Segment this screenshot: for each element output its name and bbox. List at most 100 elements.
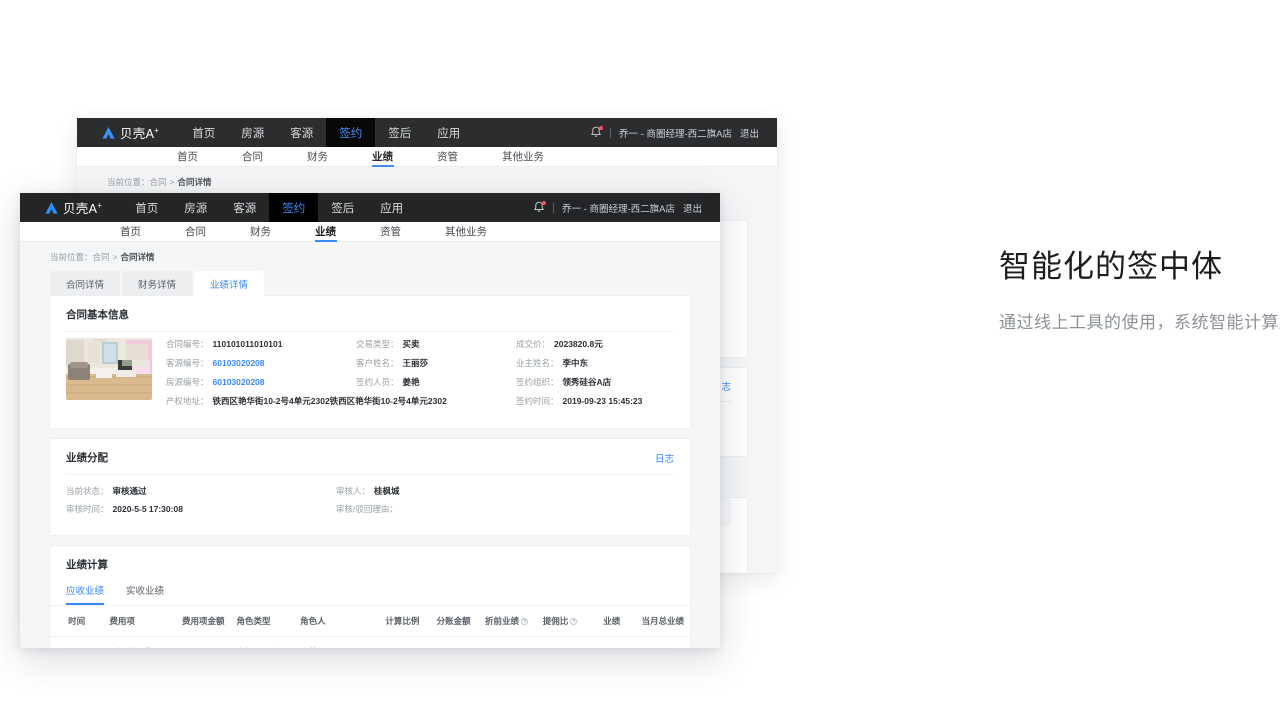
bg-topnav-item-1[interactable]: 房源 bbox=[228, 118, 277, 147]
field-current-status-label: 当前状态： bbox=[66, 486, 109, 496]
field-customer-name-label: 客户姓名： bbox=[356, 358, 399, 368]
performance-alloc-header: 业绩分配 日志 bbox=[50, 439, 690, 474]
field-customer-no: 客源编号： 60103020208 bbox=[166, 357, 356, 369]
field-customer-no-label: 客源编号： bbox=[166, 358, 209, 368]
info-help-icon[interactable]: ? bbox=[521, 618, 529, 625]
logout-button[interactable]: 退出 bbox=[683, 201, 702, 215]
topnav-item-apps[interactable]: 应用 bbox=[367, 193, 416, 222]
subnav-item-home[interactable]: 首页 bbox=[98, 222, 163, 242]
field-signer-label: 签约人员： bbox=[356, 377, 399, 387]
bg-notification-dot bbox=[599, 126, 604, 130]
topnav-item-listings[interactable]: 房源 bbox=[171, 193, 220, 222]
bg-topnav-item-4[interactable]: 签后 bbox=[375, 118, 424, 147]
topnav-items: 首页 房源 客源 签约 签后 应用 bbox=[122, 193, 416, 222]
brand-text: 贝壳A+ bbox=[63, 200, 103, 216]
field-audit-time-label: 审核时间： bbox=[66, 504, 109, 514]
field-owner-name: 业主姓名： 李中东 bbox=[516, 357, 588, 369]
field-deal-type: 交易类型： 买卖 bbox=[356, 338, 516, 350]
tab-finance-detail[interactable]: 财务详情 bbox=[122, 271, 193, 296]
subnav-item-performance[interactable]: 业绩 bbox=[293, 222, 358, 242]
field-deal-type-label: 交易类型： bbox=[356, 339, 399, 349]
th-performance[interactable]: 业绩 bbox=[583, 606, 627, 637]
topnav-item-post-signing[interactable]: 签后 bbox=[318, 193, 367, 222]
bg-notification-bell-icon[interactable] bbox=[590, 126, 604, 139]
cell-pre-discount-perf: 4970 bbox=[476, 636, 535, 648]
field-auditor-label: 审核人： bbox=[336, 486, 371, 496]
th-fee-amount[interactable]: 费用项金额 bbox=[166, 606, 231, 637]
bg-topnav-right: 乔一 - 商圈经理-西二旗A店 退出 bbox=[590, 118, 777, 147]
bg-topnav-items: 首页 房源 客源 签约 签后 应用 bbox=[179, 118, 473, 147]
sub-navigation-bar: 首页 合同 财务 业绩 资管 其他业务 bbox=[20, 222, 720, 242]
cell-role-person: 张蓉 bbox=[294, 636, 372, 648]
th-pre-discount-perf[interactable]: 折前业绩? bbox=[476, 606, 535, 637]
bg-logout-button[interactable]: 退出 bbox=[740, 126, 759, 140]
bg-subnav-item-3[interactable]: 业绩 bbox=[350, 147, 415, 167]
bg-topnav-item-3[interactable]: 签约 bbox=[326, 118, 376, 147]
field-house-no-label: 房源编号： bbox=[166, 377, 209, 387]
calc-tab-receivable[interactable]: 应收业绩 bbox=[66, 583, 105, 605]
notification-bell-icon[interactable] bbox=[533, 201, 547, 214]
field-house-no-value[interactable]: 60103020208 bbox=[213, 377, 265, 387]
field-contract-no-value: 110101011010101 bbox=[212, 339, 283, 349]
subnav-item-asset[interactable]: 资管 bbox=[358, 222, 423, 242]
cell-month-total: 4549.99 bbox=[626, 636, 690, 648]
topnav-right: 乔一 - 商圈经理-西二旗A店 退出 bbox=[533, 193, 720, 222]
breadcrumb: 当前位置：合同 > 合同详情 bbox=[50, 251, 690, 263]
th-role-person[interactable]: 角色人 bbox=[294, 606, 372, 637]
performance-calc-card: 业绩计算 应收业绩 实收业绩 时间 费用项 费用项金额 角色类型 角色人 计算比… bbox=[50, 546, 690, 648]
field-address-label: 产权地址： bbox=[166, 396, 209, 406]
field-sign-time-label: 签约时间： bbox=[516, 396, 559, 406]
foreground-app-window[interactable]: 贝壳A+ 首页 房源 客源 签约 签后 应用 乔一 - 商圈经理-西二旗A店 退… bbox=[20, 193, 720, 648]
cell-commission-ratio: 0.91 bbox=[534, 636, 584, 648]
performance-calc-header: 业绩计算 bbox=[50, 546, 690, 581]
breadcrumb-parent-link[interactable]: 合同 bbox=[93, 252, 110, 262]
th-ratio[interactable]: 计算比例 bbox=[372, 606, 426, 637]
tab-contract-detail[interactable]: 合同详情 bbox=[50, 271, 121, 296]
breadcrumb-prefix: 当前位置： bbox=[50, 252, 93, 262]
bg-subnav-item-4[interactable]: 资管 bbox=[415, 147, 480, 167]
topnav-item-customers[interactable]: 客源 bbox=[220, 193, 269, 222]
subnav-item-other[interactable]: 其他业务 bbox=[423, 222, 509, 242]
info-help-icon[interactable]: ? bbox=[570, 618, 578, 625]
th-time[interactable]: 时间 bbox=[50, 606, 104, 637]
th-month-total[interactable]: 当月总业绩 bbox=[626, 606, 690, 637]
bg-brand-text: 贝壳A+ bbox=[120, 125, 160, 141]
field-owner-name-label: 业主姓名： bbox=[516, 358, 559, 368]
bg-subnav-item-5[interactable]: 其他业务 bbox=[480, 147, 566, 167]
marketing-paragraph: 通过线上工具的使用，系统智能计算所获业绩 bbox=[999, 312, 1280, 332]
bg-divider bbox=[610, 127, 612, 138]
calc-tab-received[interactable]: 实收业绩 bbox=[126, 583, 164, 605]
bg-topnav-item-0[interactable]: 首页 bbox=[179, 118, 228, 147]
field-current-status: 当前状态： 审核通过 bbox=[66, 485, 336, 497]
topnav-item-home[interactable]: 首页 bbox=[122, 193, 171, 222]
topnav-item-signing[interactable]: 签约 bbox=[269, 193, 319, 222]
th-split-amount[interactable]: 分账金额 bbox=[425, 606, 477, 637]
property-photo-thumbnail[interactable] bbox=[66, 338, 152, 400]
subnav-item-finance[interactable]: 财务 bbox=[228, 222, 293, 242]
field-customer-no-value[interactable]: 60103020208 bbox=[213, 358, 265, 368]
contract-info-body: 合同编号： 110101011010101 交易类型： 买卖 成交价： 2023… bbox=[50, 332, 690, 428]
th-role-type[interactable]: 角色类型 bbox=[230, 606, 295, 637]
subnav-item-contract[interactable]: 合同 bbox=[163, 222, 228, 242]
bg-subnav-item-1[interactable]: 合同 bbox=[220, 147, 285, 167]
th-fee-item[interactable]: 费用项 bbox=[103, 606, 167, 637]
performance-alloc-log-link[interactable]: 日志 bbox=[655, 451, 674, 465]
contract-info-row-4: 产权地址： 铁西区艳华街10-2号4单元2302铁西区艳华街10-2号4单元23… bbox=[166, 395, 674, 407]
bg-topnav-item-5[interactable]: 应用 bbox=[424, 118, 473, 147]
field-deal-price-value: 2023820.8元 bbox=[554, 339, 603, 349]
bg-topnav-item-2[interactable]: 客源 bbox=[277, 118, 326, 147]
field-deal-price: 成交价： 2023820.8元 bbox=[516, 338, 603, 350]
bg-subnav-item-0[interactable]: 首页 bbox=[155, 147, 220, 167]
bg-breadcrumb-parent[interactable]: 合同 bbox=[150, 177, 167, 187]
tab-performance-detail[interactable]: 业绩详情 bbox=[194, 271, 265, 296]
th-commission-ratio[interactable]: 提佣比? bbox=[534, 606, 584, 637]
field-signer-value: 姜艳 bbox=[402, 377, 420, 387]
table-row[interactable]: 202005 居间代理费 49700 房源录入人 张蓉 10.00% 4970 … bbox=[50, 636, 690, 648]
contract-info-card: 合同基本信息 合同编号： 110101011010101 交易类型： 买卖 成交… bbox=[50, 296, 690, 428]
field-address-value: 铁西区艳华街10-2号4单元2302铁西区艳华街10-2号4单元2302 bbox=[212, 396, 447, 406]
field-customer-name: 客户姓名： 王丽莎 bbox=[356, 357, 516, 369]
performance-calc-tabs: 应收业绩 实收业绩 bbox=[50, 581, 690, 605]
field-audit-time-value: 2020-5-5 17:30:08 bbox=[112, 504, 183, 514]
screenshot-stage: 贝壳A+ 首页 房源 客源 签约 签后 应用 乔一 - 商圈经理-西二旗A店 退… bbox=[0, 0, 1280, 720]
bg-subnav-item-2[interactable]: 财务 bbox=[285, 147, 350, 167]
